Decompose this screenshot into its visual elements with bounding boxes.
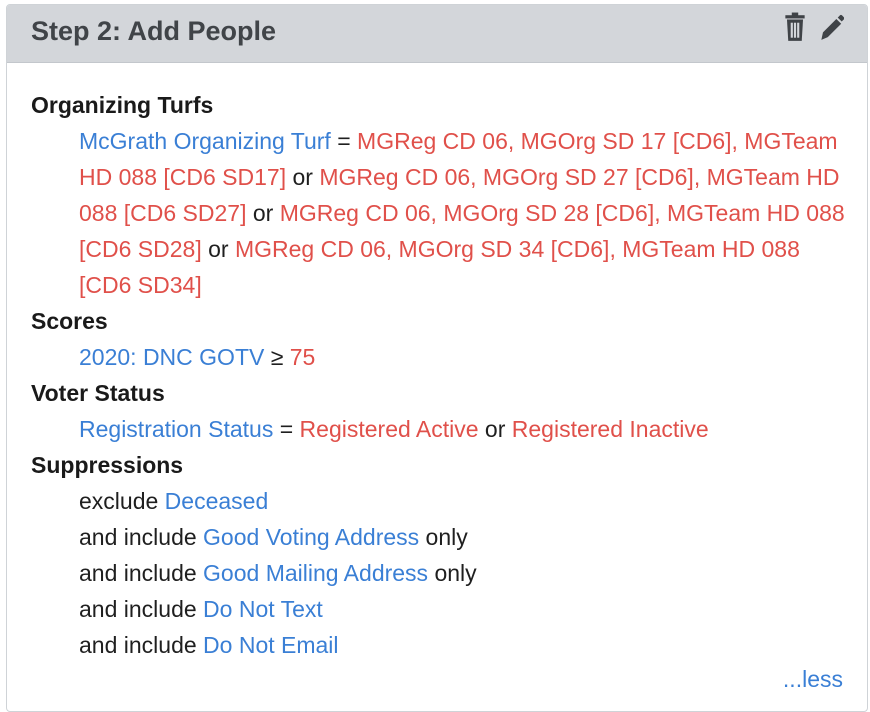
voter-status-field-link[interactable]: Registration Status <box>79 416 273 442</box>
panel-header: Step 2: Add People <box>7 5 867 63</box>
section-title-suppressions: Suppressions <box>31 452 184 478</box>
turf-operator: = <box>337 128 351 154</box>
score-value: 75 <box>289 344 316 370</box>
turf-joiner: or <box>208 236 229 262</box>
suppression-row: and include Good Voting Address only <box>79 519 851 555</box>
voter-status-joiner: or <box>484 416 506 442</box>
voter-status-operator: = <box>279 416 294 442</box>
turf-criteria: McGrath Organizing Turf = MGReg CD 06, M… <box>79 123 851 303</box>
suppression-prefix: and include <box>79 560 197 586</box>
score-operator: ≥ <box>270 344 284 370</box>
voter-status-value: Registered Inactive <box>511 416 709 442</box>
section-title-turfs: Organizing Turfs <box>31 92 214 118</box>
suppression-prefix: exclude <box>79 488 159 514</box>
suppression-link-do-not-text[interactable]: Do Not Text <box>203 596 323 622</box>
step-panel: Step 2: Add People Organizing Turfs McGr… <box>6 4 868 712</box>
suppression-suffix: only <box>425 524 468 550</box>
header-actions <box>781 11 845 43</box>
score-criteria: 2020: DNC GOTV ≥ 75 <box>79 339 851 375</box>
suppression-link-good-mailing-address[interactable]: Good Mailing Address <box>203 560 428 586</box>
panel-title: Step 2: Add People <box>31 16 277 46</box>
trash-icon[interactable] <box>781 11 809 43</box>
suppression-suffix: only <box>434 560 477 586</box>
suppression-prefix: and include <box>79 632 197 658</box>
voter-status-criteria: Registration Status = Registered Active … <box>79 411 851 447</box>
section-title-scores: Scores <box>31 308 108 334</box>
pencil-icon[interactable] <box>817 11 845 43</box>
suppression-row: and include Good Mailing Address only <box>79 555 851 591</box>
voter-status-value: Registered Active <box>299 416 479 442</box>
score-field-link[interactable]: 2020: DNC GOTV <box>79 344 264 370</box>
criteria-content: Organizing Turfs McGrath Organizing Turf… <box>31 87 851 663</box>
suppression-link-do-not-email[interactable]: Do Not Email <box>203 632 338 658</box>
suppression-row: exclude Deceased <box>79 483 851 519</box>
suppression-row: and include Do Not Email <box>79 627 851 663</box>
suppression-link-deceased[interactable]: Deceased <box>165 488 269 514</box>
suppression-prefix: and include <box>79 596 197 622</box>
suppression-prefix: and include <box>79 524 197 550</box>
turf-joiner: or <box>292 164 313 190</box>
turf-field-link[interactable]: McGrath Organizing Turf <box>79 128 331 154</box>
suppression-link-good-voting-address[interactable]: Good Voting Address <box>203 524 419 550</box>
less-link[interactable]: ...less <box>783 661 843 697</box>
suppression-row: and include Do Not Text <box>79 591 851 627</box>
section-title-voter-status: Voter Status <box>31 380 165 406</box>
turf-joiner: or <box>252 200 274 226</box>
